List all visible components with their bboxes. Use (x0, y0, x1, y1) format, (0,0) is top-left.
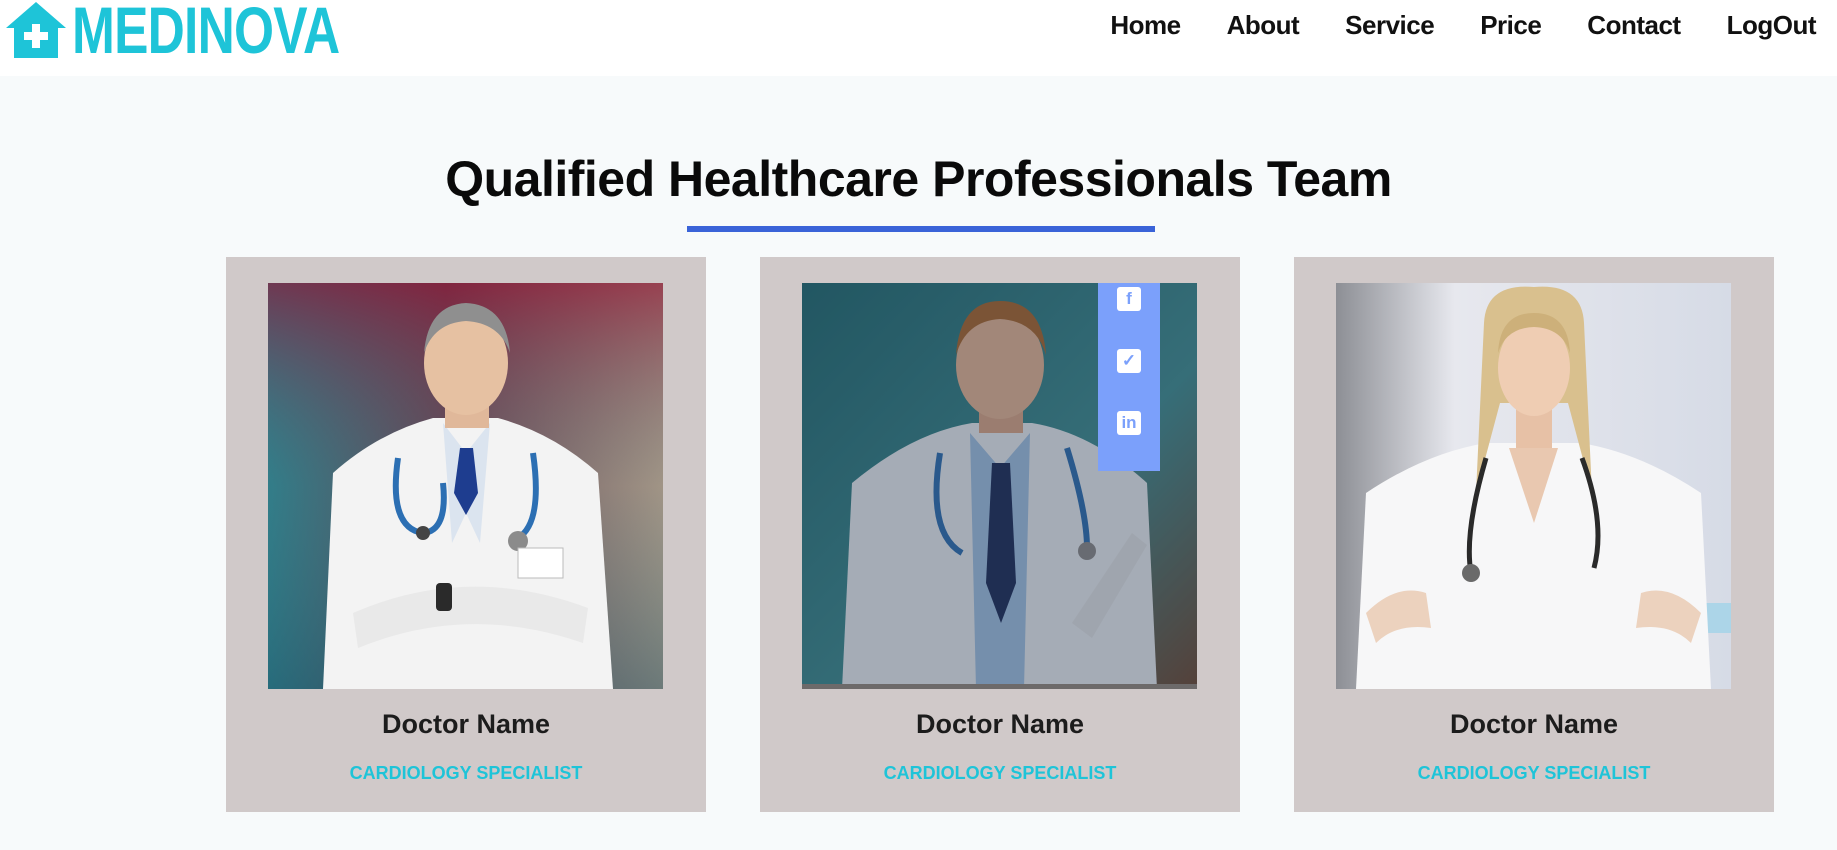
section-title: Qualified Healthcare Professionals Team (445, 151, 1392, 207)
brand-name: MEDINOVA (72, 0, 340, 67)
social-links: f ✓ in (1098, 283, 1160, 471)
doctor-specialty: CARDIOLOGY SPECIALIST (883, 763, 1117, 783)
nav-about[interactable]: About (1227, 10, 1300, 41)
nav-service[interactable]: Service (1345, 10, 1435, 41)
nav-logout[interactable]: LogOut (1727, 10, 1817, 41)
doctor-photo (268, 283, 663, 689)
doctor-name: Doctor Name (915, 709, 1085, 739)
team-card[interactable]: Doctor Name CARDIOLOGY SPECIALIST (1294, 257, 1774, 812)
nav-home[interactable]: Home (1110, 10, 1181, 41)
doctor-name: Doctor Name (381, 709, 551, 739)
doctor-photo (1336, 283, 1731, 689)
hospital-house-icon (6, 2, 66, 58)
nav-price[interactable]: Price (1480, 10, 1542, 41)
linkedin-icon[interactable]: in (1117, 411, 1141, 435)
team-card[interactable]: f ✓ in Doctor Name CARDIOLOGY SPECIALIST (760, 257, 1240, 812)
title-underline (687, 226, 1155, 232)
doctor-name: Doctor Name (1449, 709, 1619, 739)
doctor-specialty: CARDIOLOGY SPECIALIST (1417, 763, 1651, 783)
main-nav: Home About Service Price Contact LogOut (1064, 0, 1816, 50)
top-navbar: MEDINOVA Home About Service Price Contac… (0, 0, 1837, 76)
card-hover-bar (802, 684, 1197, 689)
team-card[interactable]: Doctor Name CARDIOLOGY SPECIALIST (226, 257, 706, 812)
doctor-specialty: CARDIOLOGY SPECIALIST (349, 763, 583, 783)
twitter-icon[interactable]: ✓ (1117, 349, 1141, 373)
brand-logo[interactable]: MEDINOVA (4, 0, 415, 72)
facebook-icon[interactable]: f (1117, 287, 1141, 311)
nav-contact[interactable]: Contact (1587, 10, 1681, 41)
